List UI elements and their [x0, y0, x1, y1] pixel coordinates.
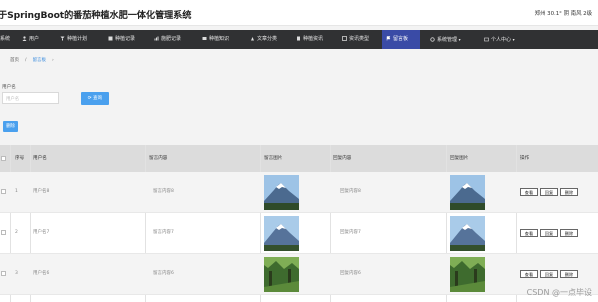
- row-checkbox[interactable]: [1, 271, 6, 276]
- header-actions: 操作: [520, 156, 530, 161]
- nav-item-system[interactable]: 系统: [0, 30, 10, 49]
- chevron-down-icon: ▾: [512, 37, 515, 42]
- view-button[interactable]: 查看: [520, 270, 538, 278]
- view-button[interactable]: 查看: [520, 188, 538, 196]
- nav-item-news-type[interactable]: 资讯类型: [342, 30, 369, 49]
- category-icon: [251, 37, 254, 41]
- app-header: 于SpringBoot的番茄种植水肥一体化管理系统 郑州 30.1° 阴 南风 …: [0, 0, 598, 26]
- message-image[interactable]: [264, 257, 299, 292]
- table-row: 2 用户名7 留言内容7 回复内容7 查看 回复 删除: [0, 213, 598, 254]
- view-button[interactable]: 查看: [520, 229, 538, 237]
- nav-item-category[interactable]: 文章分类: [250, 30, 277, 49]
- header-username[interactable]: 用户名: [33, 145, 47, 172]
- header-pic: 留言图片: [264, 156, 283, 161]
- nav-item-fertilize[interactable]: 施肥记录: [154, 30, 181, 49]
- search-button[interactable]: ⟳ 查询: [81, 92, 109, 105]
- person-icon: [484, 37, 489, 42]
- username-search-input[interactable]: 用户名: [2, 92, 59, 104]
- nav-item-system-manage[interactable]: 系统管理 ▾: [430, 30, 461, 49]
- nav-item-record[interactable]: 种植记录: [108, 30, 135, 49]
- breadcrumb-home[interactable]: 首页: [10, 58, 19, 63]
- reply-button[interactable]: 回复: [540, 188, 558, 196]
- reply-button[interactable]: 回复: [540, 229, 558, 237]
- nav-item-user[interactable]: 用户: [22, 30, 39, 49]
- nav-item-message-board[interactable]: 留言板: [382, 30, 420, 49]
- watermark: CSDN @一点毕设: [526, 288, 592, 297]
- delete-button[interactable]: 删除: [560, 229, 578, 237]
- table-row: 1 用户名8 留言内容8 回复内容8 查看 回复 删除: [0, 172, 598, 213]
- delete-button[interactable]: 删除: [560, 188, 578, 196]
- nav-item-news[interactable]: 种植资讯: [296, 30, 323, 49]
- reply-image[interactable]: [450, 257, 485, 292]
- message-image[interactable]: [264, 216, 299, 251]
- flag-icon: [386, 36, 391, 41]
- header-content[interactable]: 留言内容: [149, 145, 167, 172]
- breadcrumb: 首页 / 留言板 ›: [10, 58, 54, 63]
- user-icon: [22, 36, 27, 41]
- header-index: 序号: [15, 156, 25, 161]
- nav-item-knowledge[interactable]: 种植知识: [202, 30, 229, 49]
- news-icon: [297, 36, 300, 41]
- book-icon: [202, 37, 207, 40]
- batch-delete-button[interactable]: 删除: [3, 121, 18, 132]
- table-header: 序号 用户名 留言内容 留言图片 回复内容 回复图片 操作: [0, 145, 598, 172]
- select-all-checkbox[interactable]: [1, 156, 6, 161]
- weather-info: 郑州 30.1° 阴 南风 2级: [534, 11, 592, 17]
- nav-item-personal-center[interactable]: 个人中心 ▾: [484, 30, 515, 49]
- row-checkbox[interactable]: [1, 230, 6, 235]
- gear-icon: [430, 37, 435, 42]
- nav-item-plan[interactable]: 种植计划: [60, 30, 87, 49]
- header-reply-pic: 回复图片: [450, 156, 469, 161]
- fertilize-icon: [154, 36, 159, 41]
- breadcrumb-current: 留言板: [32, 58, 47, 63]
- search-label: 用户名: [2, 85, 16, 90]
- row-checkbox[interactable]: [1, 189, 6, 194]
- message-table: 序号 用户名 留言内容 留言图片 回复内容 回复图片 操作 1 用户名8 留言内…: [0, 145, 598, 302]
- delete-button[interactable]: 删除: [560, 270, 578, 278]
- reply-image[interactable]: [450, 175, 485, 210]
- reply-image[interactable]: [450, 216, 485, 251]
- type-icon: [342, 36, 347, 41]
- table-row: 3 用户名6 留言内容6 回复内容6 查看 回复 删除: [0, 254, 598, 295]
- record-icon: [108, 36, 113, 41]
- top-nav: 系统 用户 种植计划 种植记录 施肥记录 种植知识 文章分类 种植资讯 资讯类型…: [0, 30, 598, 49]
- chevron-down-icon: ▾: [458, 37, 461, 42]
- header-reply[interactable]: 回复内容: [333, 145, 351, 172]
- message-image[interactable]: [264, 175, 299, 210]
- app-title: 于SpringBoot的番茄种植水肥一体化管理系统: [0, 10, 192, 21]
- plan-icon: [60, 36, 65, 41]
- reply-button[interactable]: 回复: [540, 270, 558, 278]
